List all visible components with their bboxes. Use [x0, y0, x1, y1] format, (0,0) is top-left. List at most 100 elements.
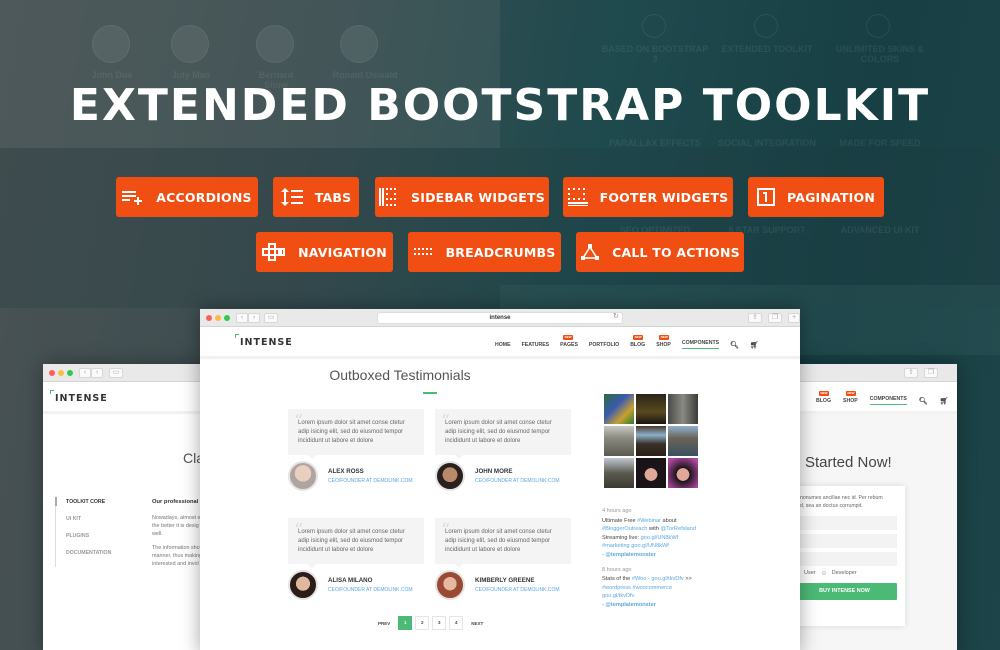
sidebar-widgets-button[interactable]: SIDEBAR WIDGETS — [375, 177, 549, 217]
back-button[interactable]: ‹ — [236, 313, 248, 323]
tabs-overview-button[interactable]: ❐ — [768, 313, 782, 323]
reload-icon[interactable]: ↻ — [613, 312, 619, 320]
email-field[interactable] — [792, 534, 897, 548]
pagination-prev[interactable]: PREV — [373, 621, 395, 626]
ghost-feature-title: EXTENDED TOOLKIT — [721, 44, 813, 54]
name-field[interactable]: me — [792, 516, 897, 530]
pagination-next[interactable]: NEXT — [466, 621, 488, 626]
share-button[interactable]: ⇪ — [904, 368, 918, 378]
forward-button[interactable]: › — [248, 313, 260, 323]
close-window-dot[interactable] — [206, 315, 212, 321]
nav-blog[interactable]: NEW BLOG — [816, 390, 831, 404]
pagination-button[interactable]: PAGINATION — [748, 177, 884, 217]
gallery-thumb[interactable] — [604, 426, 634, 456]
intense-logo[interactable]: INTENSE — [50, 390, 108, 404]
tabs-overview-button[interactable]: ❐ — [924, 368, 938, 378]
tweet-handle-link[interactable]: - @templatemonster — [602, 552, 656, 558]
forward-button[interactable]: › — [91, 368, 103, 378]
author-role-link[interactable]: CEO/FOUNDER AT DEMOLINK.COM — [328, 587, 413, 593]
tweet-link[interactable]: @TorRefsland — [660, 526, 696, 532]
maximize-window-dot[interactable] — [67, 370, 73, 376]
tweet-link[interactable]: #Woo - goo.gl/tkvDfv — [632, 576, 684, 582]
pagination-page-2[interactable]: 2 — [415, 616, 430, 630]
radio-user-label[interactable]: User — [804, 570, 816, 576]
sidebar-toggle-button[interactable]: ▭ — [109, 368, 123, 378]
navigation-button[interactable]: NAVIGATION — [256, 232, 393, 272]
nav-shop[interactable]: NEW SHOP — [656, 334, 671, 348]
left-window-header: INTENSE — [43, 382, 223, 414]
radio-developer[interactable] — [821, 571, 826, 575]
address-bar[interactable]: intense — [377, 312, 623, 324]
buy-intense-now-button[interactable]: BUY INTENSE NOW — [792, 583, 897, 600]
gallery-thumb[interactable] — [668, 426, 698, 456]
gallery-thumb[interactable] — [604, 458, 634, 488]
gallery-thumb[interactable] — [604, 394, 634, 424]
tweet-handle-link[interactable]: - @templatemonster — [602, 602, 656, 608]
author-role-link[interactable]: CEO/FOUNDER AT DEMOLINK.COM — [475, 478, 560, 484]
gallery-thumb[interactable] — [636, 426, 666, 456]
minimize-window-dot[interactable] — [215, 315, 221, 321]
call-to-actions-button[interactable]: CALL TO ACTIONS — [576, 232, 744, 272]
author-role-link[interactable]: CEO/FOUNDER AT DEMOLINK.COM — [475, 587, 560, 593]
minimize-window-dot[interactable] — [58, 370, 64, 376]
accordions-button[interactable]: ACCORDIONS — [116, 177, 258, 217]
back-button[interactable]: ‹ — [79, 368, 91, 378]
side-menu-plugins[interactable]: PLUGINS — [66, 533, 111, 539]
sidebar-widgets-label: SIDEBAR WIDGETS — [411, 189, 545, 205]
sidebar-widgets-icon — [379, 188, 397, 206]
tweet-link[interactable]: #BloggerOutreach — [602, 526, 647, 532]
pagination-page-1[interactable]: 1 — [398, 616, 413, 630]
intense-logo[interactable]: INTENSE — [235, 334, 293, 348]
pagination-page-4[interactable]: 4 — [449, 616, 464, 630]
gallery-thumb[interactable] — [668, 458, 698, 488]
cart-icon[interactable]: 🛒︎ — [750, 341, 759, 349]
nav-components[interactable]: COMPONENTS — [869, 396, 907, 405]
tweet-link[interactable]: #Webinar — [637, 518, 661, 524]
main-nav: HOME FEATURES NEW PAGES PORTFOLIO NEW BLOG… — [495, 334, 759, 349]
nav-home[interactable]: HOME — [495, 342, 511, 348]
breadcrumbs-button[interactable]: BREADCRUMBS — [408, 232, 561, 272]
nav-portfolio[interactable]: PORTFOLIO — [589, 342, 619, 348]
sidebar-toggle-button[interactable]: ▭ — [264, 313, 278, 323]
nav-blog[interactable]: NEW BLOG — [630, 334, 645, 348]
main-browser-window: ‹ › ▭ intense ↻ ⇪ ❐ + INTENSE HOME FEATU… — [200, 309, 800, 650]
side-menu-ui-kit[interactable]: UI KIT — [66, 516, 111, 522]
quote-icon: “ — [294, 411, 304, 432]
side-menu-documentation[interactable]: DOCUMENTATION — [66, 550, 111, 556]
ghost-feature-title: ADVANCED UI KIT — [840, 225, 920, 235]
nav-components[interactable]: COMPONENTS — [681, 340, 720, 349]
footer-widgets-button[interactable]: FOOTER WIDGETS — [563, 177, 733, 217]
nav-features[interactable]: FEATURES — [522, 342, 550, 348]
author-role-link[interactable]: CEO/FOUNDER AT DEMOLINK.COM — [328, 478, 413, 484]
tabs-button[interactable]: TABS — [273, 177, 359, 217]
search-icon[interactable]: 🔍︎ — [730, 341, 739, 349]
tweet-link[interactable]: goo.gl/tkvDfv — [602, 593, 634, 599]
share-button[interactable]: ⇪ — [748, 313, 762, 323]
gallery-thumb[interactable] — [636, 458, 666, 488]
tweet-link[interactable]: #wordpress #woocommerce — [602, 585, 672, 591]
accordions-label: ACCORDIONS — [156, 189, 252, 205]
tweet-link[interactable]: #marketing goo.gl/UN8kWf — [602, 543, 669, 549]
gallery-thumb[interactable] — [636, 394, 666, 424]
search-icon[interactable]: 🔍︎ — [919, 397, 928, 405]
nav-pages[interactable]: NEW PAGES — [560, 334, 578, 348]
tweet-text: Ultimate Free #Webinar about #BloggerOutr… — [602, 517, 722, 560]
phone-field[interactable] — [792, 552, 897, 566]
ghost-feature-title: MADE FOR SPEED — [839, 138, 921, 148]
side-menu-toolkit-core[interactable]: TOOLKIT CORE — [54, 497, 111, 506]
pagination-icon — [756, 188, 775, 206]
maximize-window-dot[interactable] — [224, 315, 230, 321]
call-to-actions-label: CALL TO ACTIONS — [612, 244, 740, 260]
cart-icon[interactable]: 🛒︎ — [940, 397, 949, 405]
nav-shop[interactable]: NEW SHOP — [843, 390, 858, 404]
tweet-link[interactable]: goo.gl/UN8kWf — [641, 535, 679, 541]
ghost-feature-icon — [754, 14, 778, 38]
pagination-page-3[interactable]: 3 — [432, 616, 447, 630]
close-window-dot[interactable] — [49, 370, 55, 376]
radio-developer-label[interactable]: Developer — [832, 570, 857, 576]
ghost-team-name: July Mao — [171, 70, 211, 80]
gallery-thumb[interactable] — [668, 394, 698, 424]
right-window-chrome: ⇪ ❐ — [780, 364, 957, 382]
breadcrumbs-label: BREADCRUMBS — [445, 244, 556, 260]
new-tab-button[interactable]: + — [788, 313, 800, 323]
